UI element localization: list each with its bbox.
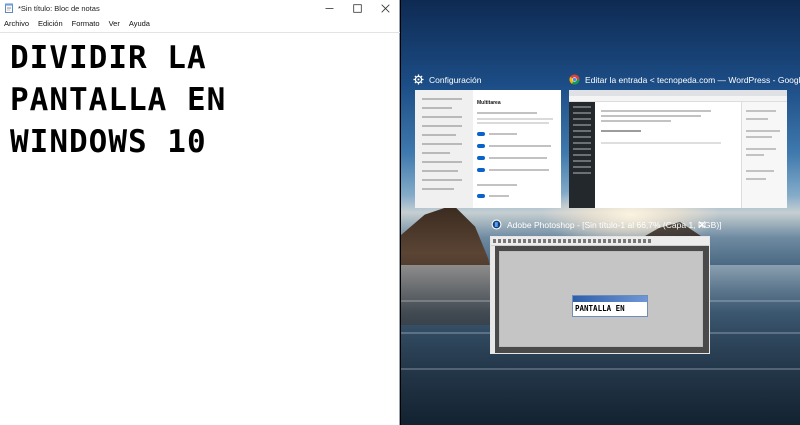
mini-notepad-preview: PANTALLA EN <box>572 295 648 317</box>
thumbnail-title-browser: Editar la entrada < tecnopeda.com — Word… <box>569 74 800 85</box>
text-editor-area[interactable]: DIVIDIR LA PANTALLA EN WINDOWS 10 <box>0 32 400 425</box>
gear-icon <box>413 74 424 85</box>
photoshop-icon <box>491 219 502 230</box>
thumbnail-title-photoshop: Adobe Photoshop - [Sin título-1 al 66,7%… <box>491 219 722 230</box>
editor-line: DIVIDIR LA <box>10 40 207 76</box>
toggle-switch <box>477 194 485 198</box>
desktop-wallpaper: Configuración Multitarea Editar la entra… <box>401 0 800 425</box>
photoshop-preview: PANTALLA EN <box>490 236 710 354</box>
notepad-title: *Sin título: Bloc de notas <box>18 3 100 13</box>
settings-sidebar <box>415 90 473 208</box>
menu-ver[interactable]: Ver <box>109 19 120 28</box>
toggle-switch <box>477 168 485 172</box>
menu-edicion[interactable]: Edición <box>38 19 63 28</box>
window-controls <box>315 0 399 16</box>
notepad-title-bar[interactable]: *Sin título: Bloc de notas <box>0 0 399 16</box>
photoshop-canvas: PANTALLA EN <box>499 251 703 347</box>
thumbnail-title-text: Configuración <box>429 74 482 85</box>
thumbnail-title-text: Adobe Photoshop - [Sin título-1 al 66,7%… <box>507 219 722 230</box>
canvas-text: PANTALLA EN <box>575 304 625 313</box>
settings-page-title: Multitarea <box>477 100 501 106</box>
thumbnail-title-settings: Configuración <box>413 74 481 85</box>
toggle-switch <box>477 156 485 160</box>
chrome-icon <box>569 74 580 85</box>
close-icon[interactable]: ✕ <box>697 219 707 231</box>
notepad-icon <box>4 3 14 13</box>
thumbnail-title-text: Editar la entrada < tecnopeda.com — Word… <box>585 74 800 85</box>
menu-formato[interactable]: Formato <box>72 19 100 28</box>
minimize-icon[interactable] <box>315 0 343 16</box>
editor-line: WINDOWS 10 <box>10 124 207 160</box>
notepad-window[interactable]: *Sin título: Bloc de notas Archivo Edici… <box>0 0 400 425</box>
toggle-switch <box>477 144 485 148</box>
wallpaper-wave <box>401 368 800 370</box>
menu-archivo[interactable]: Archivo <box>4 19 29 28</box>
menu-ayuda[interactable]: Ayuda <box>129 19 150 28</box>
close-icon[interactable] <box>371 0 399 16</box>
browser-preview <box>569 90 787 208</box>
menu-bar: Archivo Edición Formato Ver Ayuda <box>0 16 399 31</box>
editor-line: PANTALLA EN <box>10 82 227 118</box>
toggle-switch <box>477 132 485 136</box>
maximize-icon[interactable] <box>343 0 371 16</box>
settings-preview: Multitarea <box>415 90 561 208</box>
